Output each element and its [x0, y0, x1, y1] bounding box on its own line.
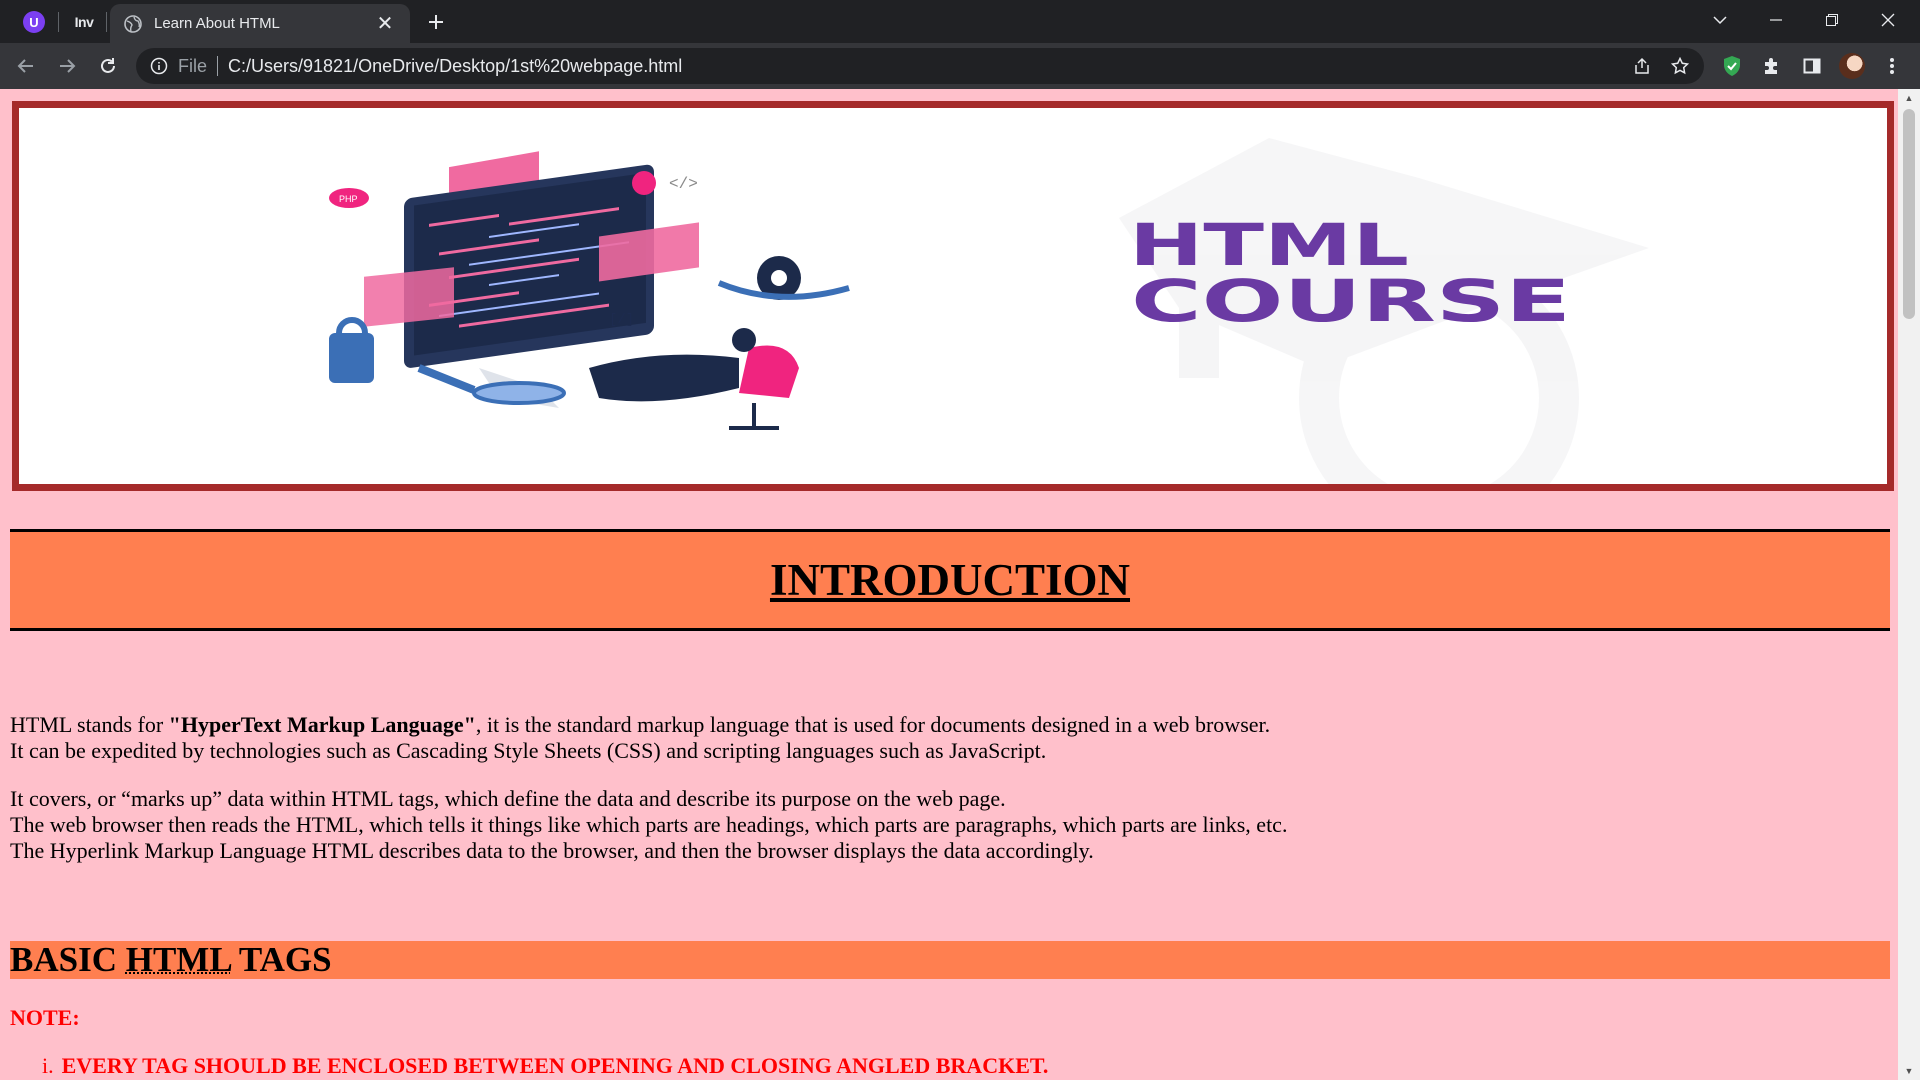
info-icon[interactable]: [150, 57, 168, 75]
paragraph-text: HTML stands for: [10, 712, 169, 737]
profile-button[interactable]: [1836, 50, 1868, 82]
list-item-number: i.: [42, 1053, 54, 1078]
paragraph-bold-term: "HyperText Markup Language": [168, 712, 476, 737]
avatar: [1839, 53, 1865, 79]
pinned-tab-extension[interactable]: U: [12, 4, 56, 40]
scrollbar-thumb[interactable]: [1903, 109, 1915, 319]
shield-icon: [1724, 56, 1740, 76]
arrow-right-icon: [60, 59, 76, 73]
pinned-tab-inv-label: Inv: [74, 14, 94, 30]
intro-paragraph-2: It covers, or “marks up” data within HTM…: [10, 786, 1870, 864]
paragraph-text: , it is the standard markup language tha…: [475, 712, 1271, 737]
plus-icon: [429, 15, 443, 29]
extensions-button[interactable]: [1756, 50, 1788, 82]
url-scheme: File: [178, 55, 208, 76]
bracket-text: [/]: [609, 312, 634, 328]
paragraph-text: The Hyperlink Markup Language HTML descr…: [10, 838, 1094, 863]
close-window-button[interactable]: [1860, 0, 1916, 40]
scroll-down-arrow-icon[interactable]: ▼: [1898, 1062, 1920, 1080]
php-badge: PHP: [339, 194, 358, 204]
arrow-left-icon: [17, 59, 33, 73]
side-panel-icon: [1803, 58, 1821, 74]
paragraph-text: It covers, or “marks up” data within HTM…: [10, 786, 1006, 811]
minimize-button[interactable]: [1748, 0, 1804, 40]
puzzle-icon: [1765, 58, 1777, 74]
heading-word: BASIC: [10, 940, 117, 979]
basic-tags-heading: BASIC HTML TAGS: [10, 940, 332, 980]
extension-u-icon: U: [23, 11, 45, 33]
bookmark-button[interactable]: [1664, 50, 1696, 82]
heading-word: TAGS: [238, 940, 332, 979]
list-item-text: EVERY TAG SHOULD BE ENCLOSED BETWEEN OPE…: [61, 1053, 1049, 1078]
tab-separator: [58, 12, 59, 32]
new-tab-button[interactable]: [420, 6, 452, 38]
side-panel-button[interactable]: [1796, 50, 1828, 82]
kebab-menu-icon: [1890, 58, 1894, 74]
chevron-down-icon: [1713, 16, 1727, 25]
html-abbreviation[interactable]: HTML: [126, 940, 231, 979]
page-viewport: PHP [/] [/] </>: [0, 89, 1898, 1080]
url-text[interactable]: C:/Users/91821/OneDrive/Desktop/1st%20we…: [228, 56, 682, 77]
banner-title-line2: COURSE: [1131, 267, 1571, 335]
intro-paragraph-1: HTML stands for "HyperText Markup Langua…: [10, 712, 1870, 764]
computer-illustration-icon: PHP [/] [/] </>: [329, 151, 850, 430]
star-icon: [1671, 57, 1689, 75]
share-button[interactable]: [1626, 50, 1658, 82]
security-extension-button[interactable]: [1716, 50, 1748, 82]
reload-icon: [101, 58, 115, 73]
scroll-up-arrow-icon[interactable]: ▲: [1898, 89, 1920, 107]
paragraph-text: It can be expedited by technologies such…: [10, 738, 1047, 763]
introduction-heading: INTRODUCTION: [769, 555, 1131, 605]
tab-separator: [106, 12, 107, 32]
active-tab[interactable]: Learn About HTML ✕: [110, 4, 410, 43]
list-item: i. EVERY TAG SHOULD BE ENCLOSED BETWEEN O…: [42, 1053, 1048, 1079]
code-tag-text: </>: [669, 175, 698, 193]
forward-button[interactable]: [51, 50, 83, 82]
close-icon: [1881, 13, 1895, 27]
restore-button[interactable]: [1804, 0, 1860, 40]
tab-strip: U Inv Learn About HTML ✕: [0, 0, 1920, 43]
browser-toolbar: File C:/Users/91821/OneDrive/Desktop/1st…: [0, 43, 1920, 89]
url-separator: [217, 56, 219, 76]
restore-icon: [1826, 14, 1838, 26]
course-banner: PHP [/] [/] </>: [12, 101, 1894, 491]
minimize-icon: [1770, 19, 1782, 21]
share-icon: [1635, 57, 1649, 74]
note-label: NOTE:: [10, 1005, 80, 1030]
vertical-scrollbar[interactable]: ▲ ▼: [1898, 89, 1920, 1080]
address-bar[interactable]: File C:/Users/91821/OneDrive/Desktop/1st…: [136, 48, 1704, 84]
tab-search-button[interactable]: [1692, 0, 1748, 40]
globe-icon: [124, 14, 142, 33]
pinned-tab-inv[interactable]: Inv: [62, 4, 106, 40]
reload-button[interactable]: [92, 50, 124, 82]
banner-illustration: PHP [/] [/] </>: [329, 138, 1649, 484]
introduction-heading-box: INTRODUCTION: [10, 529, 1890, 631]
close-tab-icon[interactable]: ✕: [374, 14, 396, 34]
browser-menu-button[interactable]: [1876, 50, 1908, 82]
basic-tags-heading-box: BASIC HTML TAGS: [10, 940, 1890, 980]
tab-title: Learn About HTML: [154, 15, 280, 32]
paragraph-text: The web browser then reads the HTML, whi…: [10, 812, 1288, 837]
back-button[interactable]: [10, 50, 42, 82]
